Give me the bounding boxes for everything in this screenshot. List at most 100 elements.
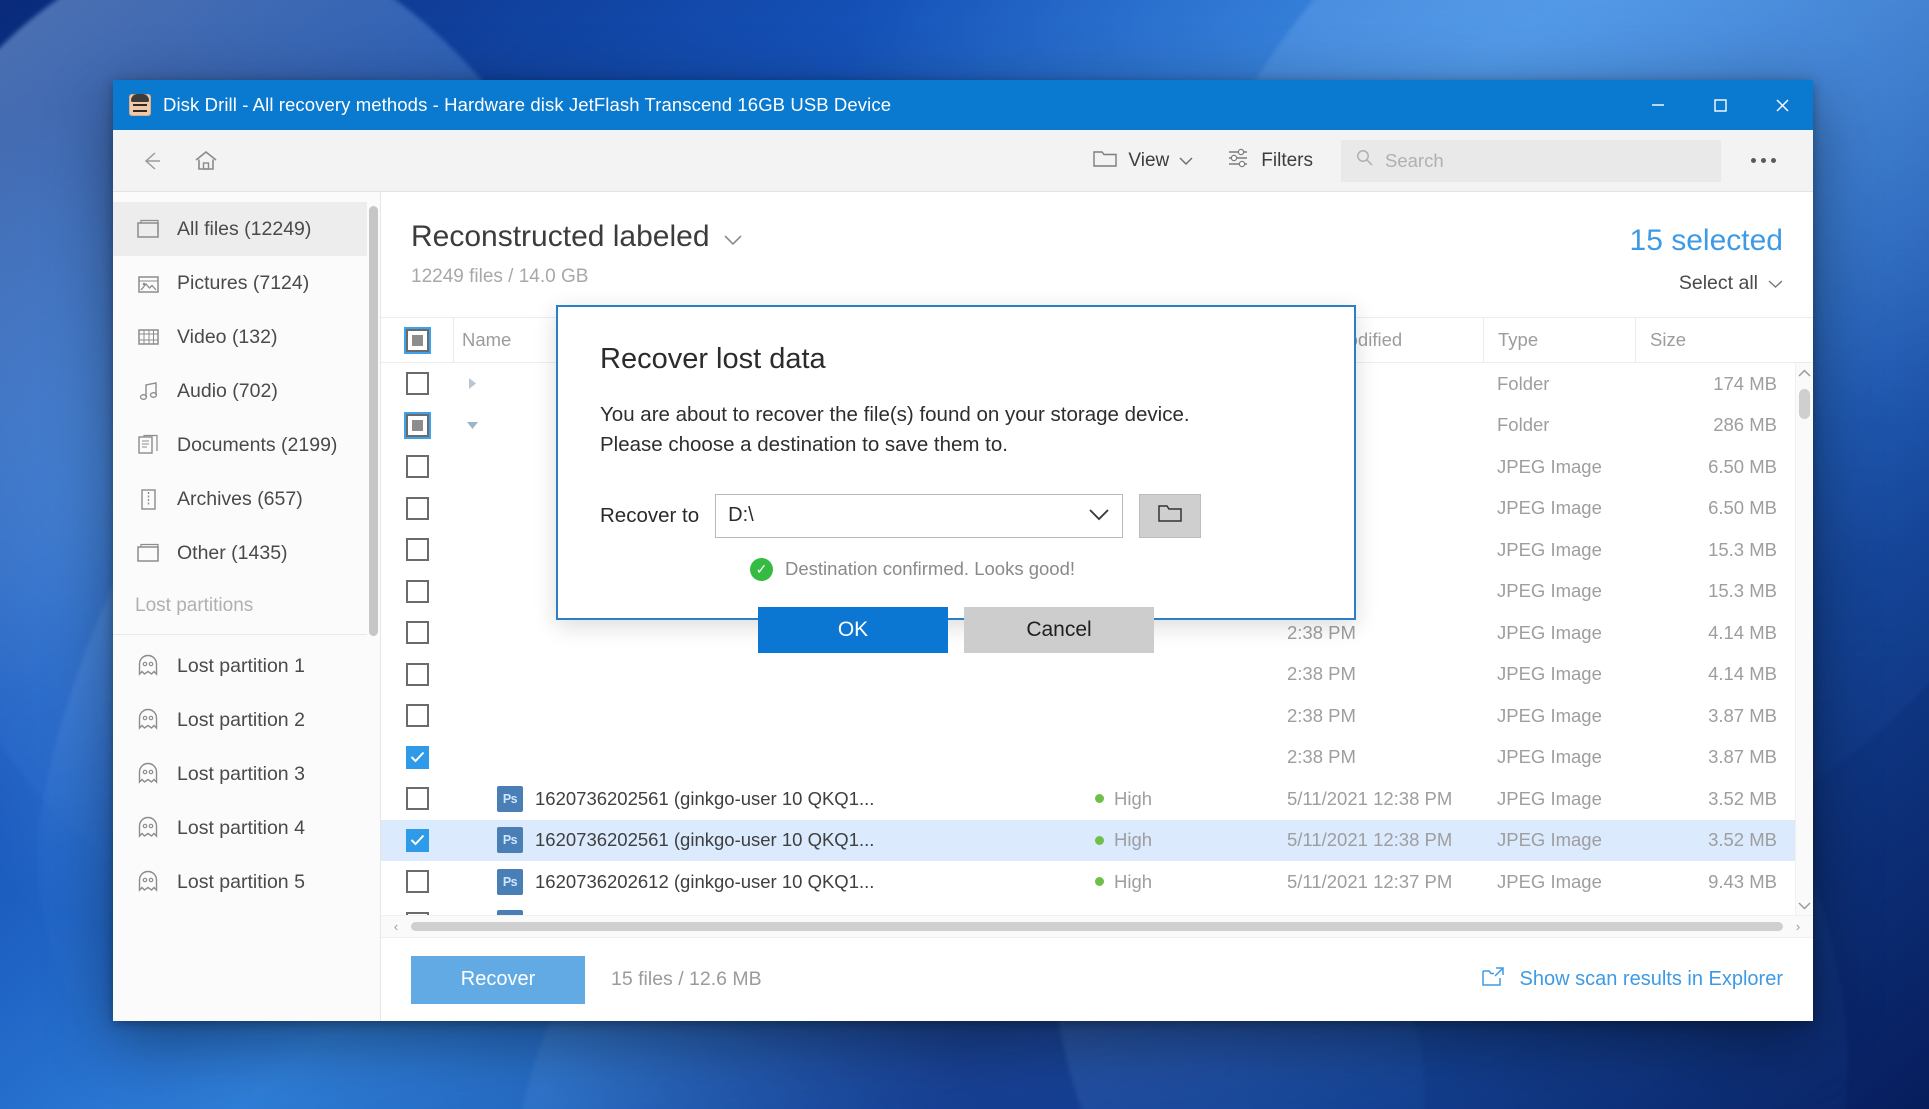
filters-button[interactable]: Filters [1215, 141, 1323, 181]
sidebar-item-lost-partition-4[interactable]: Lost partition 4 [113, 801, 380, 855]
table-row[interactable]: Ps 1620736202561 (ginkgo-user 10 QKQ1... H… [381, 778, 1813, 820]
sidebar-item-pictures[interactable]: Pictures (7124) [113, 256, 380, 310]
sidebar-scrollbar[interactable] [367, 192, 380, 1021]
row-checkbox-cell[interactable] [381, 662, 453, 686]
browse-folder-button[interactable] [1139, 493, 1202, 538]
table-row[interactable]: Ps 1620736202561 (ginkgo-user 10 QKQ1... H… [381, 819, 1813, 861]
ok-button[interactable]: OK [758, 606, 948, 653]
collapse-row-icon[interactable] [459, 419, 485, 432]
scroll-right-icon[interactable]: › [1787, 919, 1809, 934]
row-checkbox[interactable] [405, 579, 429, 603]
row-checkbox-cell[interactable] [381, 372, 453, 396]
sidebar-item-lost-partition-3[interactable]: Lost partition 3 [113, 747, 380, 801]
destination-status: ✓ Destination confirmed. Looks good! [750, 557, 1312, 581]
home-icon[interactable] [179, 138, 233, 184]
row-checkbox[interactable] [405, 870, 429, 894]
row-name-label: 1620736202561 (ginkgo-user 10 QKQ1... [535, 829, 875, 851]
select-all-dropdown[interactable]: Select all [1630, 272, 1783, 295]
row-checkbox-cell[interactable] [381, 413, 453, 437]
minimize-button[interactable] [1627, 80, 1689, 130]
sidebar-item-all[interactable]: All files (12249) [113, 202, 380, 256]
row-checkbox[interactable] [405, 455, 429, 479]
row-checkbox[interactable] [405, 704, 429, 728]
table-hscroll-thumb[interactable] [411, 922, 1783, 931]
row-checkbox-cell[interactable] [381, 828, 453, 852]
destination-status-label: Destination confirmed. Looks good! [785, 558, 1076, 580]
row-checkbox[interactable] [405, 787, 429, 811]
row-checkbox-cell[interactable] [381, 621, 453, 645]
row-checkbox-cell[interactable] [381, 496, 453, 520]
sidebar-scroll-area: All files (12249) Pictures (7124) Video (1… [113, 192, 380, 1021]
row-checkbox-cell[interactable] [381, 538, 453, 562]
recovery-chance-label: High [1114, 787, 1153, 809]
scroll-up-icon[interactable] [1798, 363, 1811, 383]
row-checkbox-cell[interactable] [381, 787, 453, 811]
close-button[interactable] [1751, 80, 1813, 130]
column-header-size[interactable]: Size [1635, 317, 1795, 363]
column-header-type[interactable]: Type [1483, 317, 1635, 363]
row-checkbox[interactable] [405, 662, 429, 686]
row-checkbox-cell[interactable] [381, 911, 453, 915]
desktop-wallpaper: Disk Drill - All recovery methods - Hard… [0, 0, 1929, 1109]
sidebar-item-documents[interactable]: Documents (2199) [113, 418, 380, 472]
table-row[interactable]: Ps 1620736202612 (ginkgo-user 10 QKQ1... H… [381, 861, 1813, 903]
sidebar-scroll-thumb[interactable] [369, 206, 378, 636]
scan-title-dropdown[interactable]: Reconstructed labeled [411, 220, 1630, 254]
row-type-cell: JPEG Image [1497, 704, 1602, 726]
recover-stats: 15 files / 12.6 MB [611, 968, 762, 990]
table-horizontal-scrollbar[interactable]: ‹ › [381, 915, 1813, 937]
sidebar-item-video[interactable]: Video (132) [113, 310, 380, 364]
sidebar-item-other[interactable]: Other (1435) [113, 526, 380, 580]
sidebar-item-archives[interactable]: Archives (657) [113, 472, 380, 526]
row-checkbox-cell[interactable] [381, 745, 453, 769]
archive-zip-icon [135, 486, 161, 512]
row-checkbox-cell[interactable] [381, 870, 453, 894]
destination-select[interactable]: D:\ [715, 493, 1124, 538]
destination-value: D:\ [728, 504, 754, 527]
row-name-cell: Ps 1620736202612 (ginkgo-user 10 QKQ1... [453, 910, 1081, 915]
sidebar-item-lost-partition-2[interactable]: Lost partition 2 [113, 693, 380, 747]
row-checkbox[interactable] [405, 621, 429, 645]
sidebar-item-label: Archives (657) [177, 487, 303, 510]
row-checkbox[interactable] [405, 496, 429, 520]
view-button[interactable]: View [1082, 141, 1203, 181]
recover-button[interactable]: Recover [411, 955, 585, 1004]
maximize-button[interactable] [1689, 80, 1751, 130]
photoshop-file-icon: Ps [497, 910, 523, 915]
search-input-container[interactable] [1341, 139, 1721, 182]
search-input[interactable] [1385, 149, 1707, 172]
row-checkbox[interactable] [405, 911, 429, 915]
table-row[interactable]: Ps 1620736202612 (ginkgo-user 10 QKQ1... H… [381, 903, 1813, 915]
show-in-explorer-label: Show scan results in Explorer [1519, 968, 1783, 990]
row-name-label: 1620736202612 (ginkgo-user 10 QKQ1... [535, 870, 875, 892]
row-checkbox[interactable] [405, 828, 429, 852]
row-checkbox[interactable] [405, 372, 429, 396]
table-row[interactable]: 2:38 PM JPEG Image 3.87 MB [381, 695, 1813, 737]
row-checkbox[interactable] [405, 413, 429, 437]
select-all-checkbox-cell[interactable] [381, 328, 453, 352]
app-toolbar: View Filters [113, 130, 1813, 192]
sidebar-item-lost-partition-5[interactable]: Lost partition 5 [113, 855, 380, 909]
table-row[interactable]: 2:38 PM JPEG Image 3.87 MB [381, 737, 1813, 779]
row-size-cell: 174 MB [1713, 372, 1777, 394]
table-scroll-thumb[interactable] [1799, 389, 1810, 419]
back-icon[interactable] [125, 138, 179, 184]
table-vertical-scrollbar[interactable] [1795, 363, 1813, 915]
row-checkbox-cell[interactable] [381, 455, 453, 479]
sidebar-item-audio[interactable]: Audio (702) [113, 364, 380, 418]
expand-row-icon[interactable] [459, 376, 485, 391]
row-checkbox-cell[interactable] [381, 704, 453, 728]
header-checkbox[interactable] [405, 328, 429, 352]
row-checkbox-cell[interactable] [381, 579, 453, 603]
scroll-left-icon[interactable]: ‹ [385, 919, 407, 934]
cancel-button[interactable]: Cancel [964, 606, 1154, 653]
scroll-down-icon[interactable] [1798, 895, 1811, 915]
row-recovery-chance-cell: High [1081, 788, 1273, 810]
row-checkbox[interactable] [405, 538, 429, 562]
sidebar-item-lost-partition-1[interactable]: Lost partition 1 [113, 639, 380, 693]
more-options-icon[interactable] [1735, 139, 1791, 183]
row-size-cell: 9.43 MB [1635, 912, 1795, 915]
row-checkbox[interactable] [405, 745, 429, 769]
show-in-explorer-link[interactable]: Show scan results in Explorer [1480, 965, 1783, 995]
table-row[interactable]: 2:38 PM JPEG Image 4.14 MB [381, 654, 1813, 696]
